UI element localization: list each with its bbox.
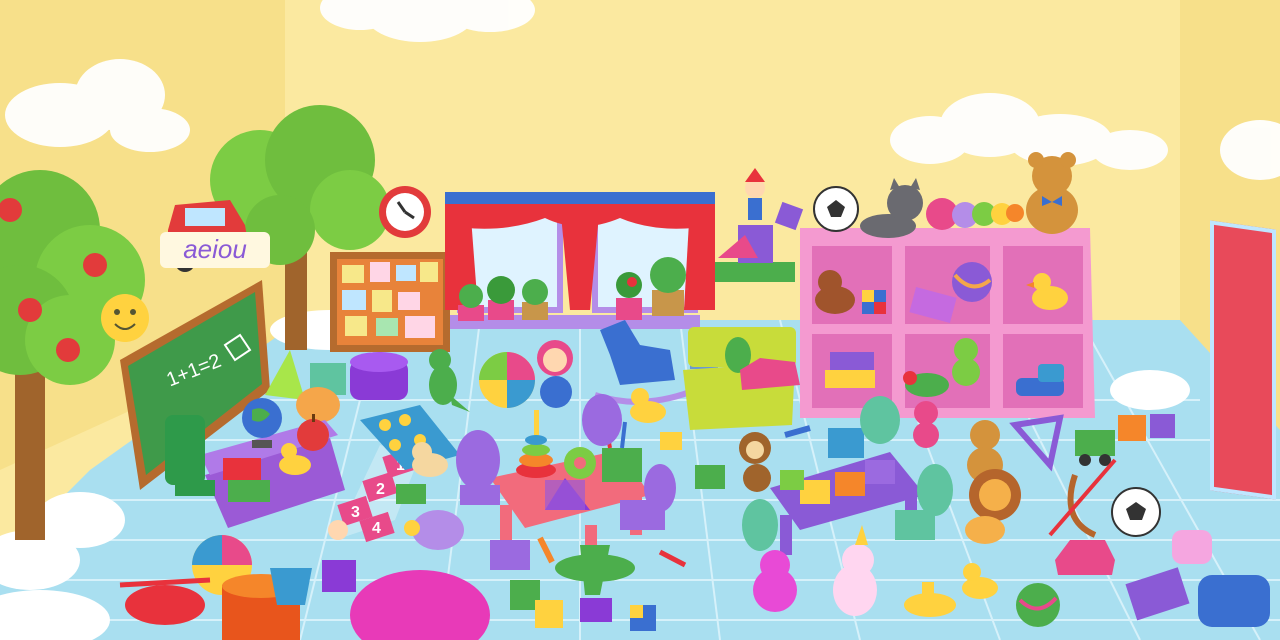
hopscotch-number-3: 3 xyxy=(351,504,360,521)
beach-ball-icon[interactable] xyxy=(479,352,535,408)
yarn-ball-icon[interactable] xyxy=(952,262,992,302)
building-block-icon-3[interactable] xyxy=(660,432,682,450)
ottoman-icon[interactable] xyxy=(350,352,408,400)
teddy-bear-icon[interactable] xyxy=(1026,152,1078,234)
chair-purple-left[interactable] xyxy=(456,430,500,505)
pencil-cup-icon-2[interactable] xyxy=(828,428,864,458)
hopscotch-number-2: 2 xyxy=(376,481,385,498)
rubiks-cube-icon[interactable] xyxy=(862,290,886,314)
right-door[interactable] xyxy=(1210,220,1276,500)
pyramid-block-icon[interactable] xyxy=(545,478,590,510)
soccer-ball-icon-2[interactable] xyxy=(1111,487,1161,537)
pillow-icon[interactable] xyxy=(1198,575,1270,627)
soccer-ball-icon[interactable] xyxy=(813,186,859,232)
corkboard-icon[interactable] xyxy=(330,252,450,352)
bucket-icon[interactable] xyxy=(270,568,312,605)
wall-letters: aeiou xyxy=(160,232,270,268)
cupcake-cushion-icon[interactable] xyxy=(1172,530,1212,564)
donut-toy-icon[interactable] xyxy=(564,447,596,479)
sun-smiley-icon[interactable] xyxy=(101,294,149,342)
building-block-icon[interactable] xyxy=(396,484,426,504)
letters-text: aeiou xyxy=(183,234,247,264)
chair-purple-right[interactable] xyxy=(582,394,622,446)
clock-icon[interactable] xyxy=(379,186,431,238)
book-stack-icon[interactable] xyxy=(825,352,875,388)
building-block-icon-2[interactable] xyxy=(695,465,725,489)
hopscotch-number-4: 4 xyxy=(372,520,381,537)
rubiks-cube-icon-2[interactable] xyxy=(630,605,656,631)
playroom-scene: aeiou 1+1=2 1 2 3 4 xyxy=(0,0,1280,640)
chair-purple-bottom[interactable] xyxy=(490,540,530,570)
yarn-ball-icon-2[interactable] xyxy=(1016,583,1060,627)
